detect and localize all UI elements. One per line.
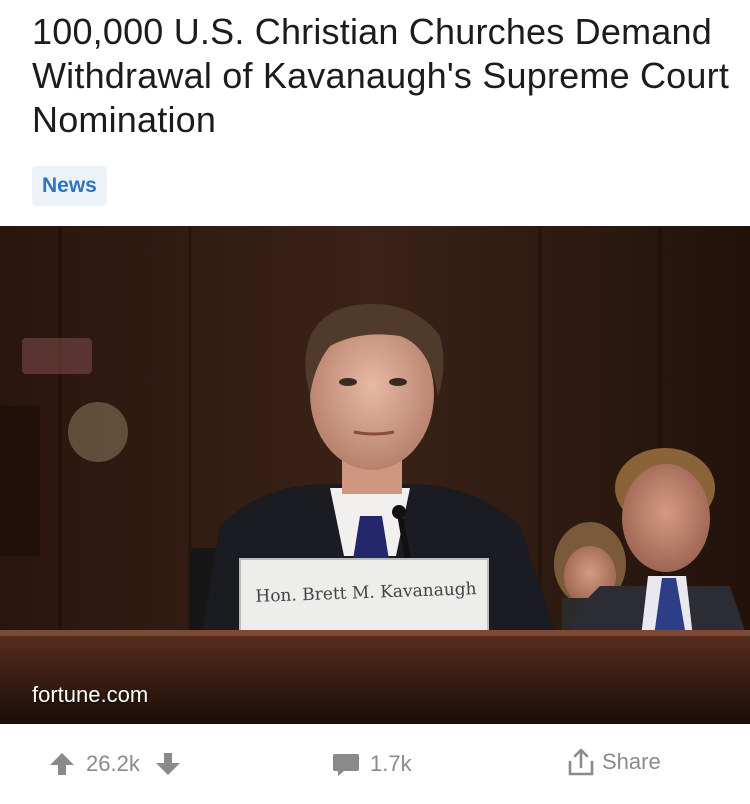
downvote-arrow-icon[interactable] xyxy=(154,750,182,778)
comment-count: 1.7k xyxy=(370,751,412,776)
vote-group: 26.2k xyxy=(48,750,182,778)
hearing-photo xyxy=(0,226,750,724)
vote-score: 26.2k xyxy=(86,751,140,776)
share-icon xyxy=(566,748,594,776)
comment-bubble-icon xyxy=(332,750,360,778)
post-title[interactable]: 100,000 U.S. Christian Churches Demand W… xyxy=(32,10,732,142)
comments-button[interactable]: 1.7k xyxy=(332,750,412,778)
post-card[interactable]: 100,000 U.S. Christian Churches Demand W… xyxy=(0,0,750,804)
share-label: Share xyxy=(602,749,661,774)
link-domain[interactable]: fortune.com xyxy=(32,682,148,708)
post-image[interactable]: Hon. Brett M. Kavanaugh fortune.com xyxy=(0,226,750,724)
upvote-arrow-icon[interactable] xyxy=(48,750,76,778)
action-bar: 26.2k 1.7k Share xyxy=(0,724,750,804)
share-button[interactable]: Share xyxy=(566,748,661,776)
flair-badge[interactable]: News xyxy=(32,166,107,206)
